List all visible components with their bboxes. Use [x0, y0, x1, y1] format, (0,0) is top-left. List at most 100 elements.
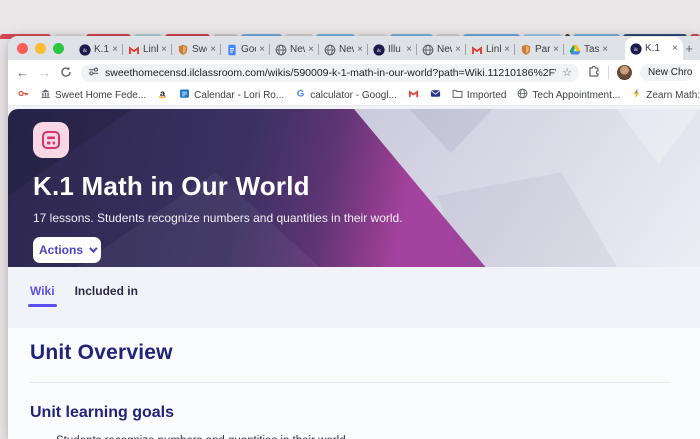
bookmark-label: Tech Appointment... — [532, 90, 620, 101]
actions-label: Actions — [39, 243, 83, 257]
tab-label: New — [339, 44, 354, 55]
goals-list: Students recognize numbers and quantitie… — [56, 435, 678, 439]
shield-favicon-icon — [520, 44, 532, 56]
goal-item: Students recognize numbers and quantitie… — [56, 435, 678, 439]
tab-label: Swe — [192, 44, 207, 55]
globe-icon — [517, 88, 528, 102]
browser-tab-new[interactable]: New× — [417, 39, 466, 60]
browser-tab-k-1[interactable]: ilc K.1× — [625, 37, 683, 60]
profile-avatar[interactable] — [617, 65, 632, 80]
goals-title: Unit learning goals — [30, 404, 678, 422]
unit-overview-section: Unit Overview Unit learning goals Studen… — [8, 328, 700, 439]
zearn-icon — [631, 88, 642, 102]
close-tab-icon[interactable]: × — [672, 43, 678, 54]
browser-tab-new[interactable]: New× — [270, 39, 319, 60]
chevron-down-icon — [89, 244, 97, 252]
tab-label: New — [290, 44, 305, 55]
bookmark-envelope[interactable] — [430, 88, 441, 102]
bookmark-star-icon[interactable]: ☆ — [562, 66, 572, 79]
site-info-icon[interactable] — [88, 64, 99, 82]
browser-window: ilcK.1×Link×Swe×Goo×New×New×ilcIllu×New×… — [8, 36, 700, 439]
tab-label: K.1 — [645, 43, 669, 54]
back-icon[interactable]: ← — [16, 66, 29, 79]
close-tab-icon[interactable]: × — [357, 44, 363, 55]
wiki-tab-bar: Wiki Included in — [8, 267, 700, 305]
bookmark-label: Imported — [467, 90, 506, 101]
toolbar-right: New Chrome a — [588, 64, 692, 82]
minimize-window-button[interactable] — [35, 43, 46, 54]
tab-list: ilcK.1×Link×Swe×Goo×New×New×ilcIllu×New×… — [74, 36, 678, 60]
close-tab-icon[interactable]: × — [602, 44, 608, 55]
svg-text:G: G — [297, 89, 304, 99]
browser-tab-link[interactable]: Link× — [466, 39, 515, 60]
extensions-icon[interactable] — [588, 64, 600, 82]
reload-icon[interactable] — [60, 66, 72, 80]
svg-text:ilc: ilc — [634, 47, 639, 52]
new-chrome-button[interactable]: New Chrome a — [640, 64, 692, 81]
close-tab-icon[interactable]: × — [112, 44, 118, 55]
bookmark-calculator-googl-[interactable]: Gcalculator - Googl... — [295, 88, 397, 102]
bookmark-gmail[interactable] — [408, 88, 419, 102]
globe-favicon-icon — [422, 44, 434, 56]
amazon-icon: a — [157, 88, 168, 102]
bookmark-label: Calendar - Lori Ro... — [194, 90, 284, 101]
toolbar-separator — [608, 66, 609, 79]
tab-label: Illu — [388, 44, 403, 55]
ilc-favicon-icon: ilc — [630, 43, 642, 55]
browser-tab-link[interactable]: Link× — [123, 39, 172, 60]
ilc-favicon-icon: ilc — [373, 44, 385, 56]
browser-tab-goo[interactable]: Goo× — [221, 39, 270, 60]
close-tab-icon[interactable]: × — [259, 44, 265, 55]
browser-tab-swe[interactable]: Swe× — [172, 39, 221, 60]
page-content: K.1 Math in Our World 17 lessons. Studen… — [8, 106, 700, 439]
browser-tab-tas[interactable]: Tas× — [564, 39, 613, 60]
close-tab-icon[interactable]: × — [308, 44, 314, 55]
page-tab-included-in[interactable]: Included in — [75, 284, 138, 305]
shield-favicon-icon — [177, 44, 189, 56]
drive-favicon-icon — [569, 44, 581, 56]
tab-label: Par — [535, 44, 550, 55]
tab-label: Link — [486, 44, 501, 55]
gmail-icon — [408, 88, 419, 102]
url-text[interactable]: sweethomecensd.ilclassroom.com/wikis/590… — [105, 67, 556, 79]
browser-tab-illu[interactable]: ilcIllu× — [368, 39, 417, 60]
svg-text:a: a — [160, 88, 166, 98]
bookmark-label: Zearn Math: Top-r... — [646, 90, 700, 101]
browser-tab-par[interactable]: Par× — [515, 39, 564, 60]
desktop-background: ilcK.1×Link×Swe×Goo×New×New×ilcIllu×New×… — [0, 0, 700, 439]
tab-label: K.1 — [94, 44, 109, 55]
zoom-window-button[interactable] — [53, 43, 64, 54]
close-window-button[interactable] — [17, 43, 28, 54]
bookmark-calendar-lori-ro-[interactable]: Calendar - Lori Ro... — [179, 88, 284, 102]
close-tab-icon[interactable]: × — [455, 44, 461, 55]
ilc-favicon-icon: ilc — [79, 44, 91, 56]
folder-icon — [452, 88, 463, 102]
calendar-icon — [179, 88, 190, 102]
close-tab-icon[interactable]: × — [161, 44, 167, 55]
unit-banner: K.1 Math in Our World 17 lessons. Studen… — [8, 109, 700, 267]
bookmark-imported[interactable]: Imported — [452, 88, 506, 102]
bookmark-tech-appointment-[interactable]: Tech Appointment... — [517, 88, 620, 102]
gmail-favicon-icon — [128, 44, 140, 56]
close-tab-icon[interactable]: × — [406, 44, 412, 55]
unit-title: K.1 Math in Our World — [33, 171, 700, 202]
gmail-favicon-icon — [471, 44, 483, 56]
globe-favicon-icon — [324, 44, 336, 56]
address-bar[interactable]: sweethomecensd.ilclassroom.com/wikis/590… — [81, 64, 579, 82]
browser-toolbar: ← → sweethomecensd.ilclassroom.com/wikis… — [8, 60, 700, 85]
bookmark-zearn-math-top-r-[interactable]: Zearn Math: Top-r... — [631, 88, 700, 102]
close-tab-icon[interactable]: × — [553, 44, 559, 55]
close-tab-icon[interactable]: × — [504, 44, 510, 55]
tab-label: Tas — [584, 44, 599, 55]
browser-tab-k-1[interactable]: ilc K.1× — [74, 39, 123, 60]
svg-text:ilc: ilc — [83, 48, 88, 53]
browser-tab-new[interactable]: New× — [319, 39, 368, 60]
bookmark-amazon[interactable]: a — [157, 88, 168, 102]
bookmark-key[interactable] — [18, 88, 29, 102]
close-tab-icon[interactable]: × — [210, 44, 216, 55]
page-tab-wiki[interactable]: Wiki — [30, 284, 55, 305]
actions-button[interactable]: Actions — [33, 237, 101, 263]
bookmark-sweet-home-fede-[interactable]: Sweet Home Fede... — [40, 88, 146, 102]
overview-title: Unit Overview — [30, 341, 678, 365]
globe-favicon-icon — [275, 44, 287, 56]
